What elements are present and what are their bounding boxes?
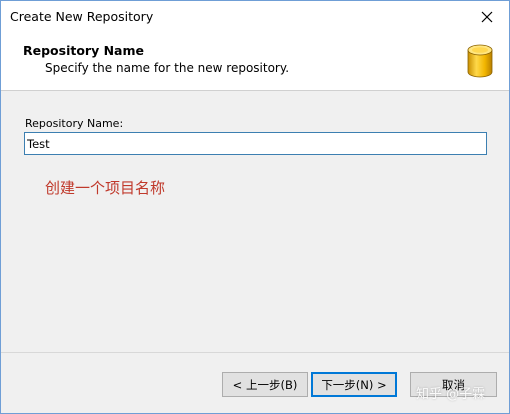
page-title: Repository Name [23, 43, 144, 58]
title-bar: Create New Repository [1, 1, 509, 32]
database-icon [467, 44, 493, 78]
close-button[interactable] [464, 1, 509, 32]
page-subtitle: Specify the name for the new repository. [45, 61, 290, 75]
next-button[interactable]: 下一步(N) > [311, 372, 397, 397]
repository-name-label: Repository Name: [25, 117, 124, 130]
footer-divider [1, 352, 509, 353]
close-icon [481, 11, 492, 22]
cancel-button[interactable]: 取消 [410, 372, 497, 397]
window-title: Create New Repository [10, 9, 154, 24]
dialog-window: Create New Repository Repository Name Sp… [0, 0, 510, 414]
annotation-text: 创建一个项目名称 [45, 179, 166, 197]
back-button[interactable]: < 上一步(B) [222, 372, 308, 397]
repository-name-input[interactable] [24, 132, 487, 155]
wizard-header: Repository Name Specify the name for the… [1, 32, 509, 91]
